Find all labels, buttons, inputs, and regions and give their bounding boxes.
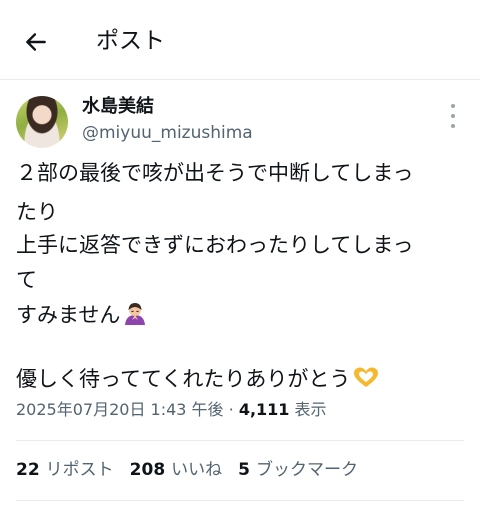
engagement-stats: 22 リポスト 208 いいね 5 ブックマーク [16, 458, 374, 482]
post-meta: 2025年07月20日 1:43 午後 · 4,111 表示 [16, 398, 327, 422]
views-count: 4,111 [238, 400, 290, 419]
likes-stat[interactable]: 208 いいね [130, 458, 223, 482]
likes-count: 208 [129, 460, 166, 480]
top-bar: ポスト [0, 0, 480, 80]
post-timestamp[interactable]: 2025年07月20日 1:43 午後 [16, 400, 224, 419]
post-text-line: すみません [16, 303, 121, 327]
post-text-line-group: 優しく待っててくれたりありがとう [16, 363, 380, 399]
post-text-line: 優しく待っててくれたりありがとう [16, 367, 351, 391]
person-bowing-emoji [122, 300, 148, 335]
meta-separator: · [228, 400, 234, 419]
page-title: ポスト [96, 28, 165, 54]
arrow-left-icon [26, 33, 46, 51]
more-options-button[interactable] [446, 104, 460, 128]
back-button[interactable] [18, 24, 54, 60]
divider [16, 440, 464, 441]
reposts-label: リポスト [45, 460, 114, 480]
vertical-dots-icon [451, 104, 455, 108]
divider [16, 500, 464, 501]
bookmarks-count: 5 [238, 460, 251, 480]
post-text-line: て [16, 268, 37, 292]
bookmarks-stat[interactable]: 5 ブックマーク [238, 458, 358, 482]
author-name[interactable]: 水島美結 [82, 95, 154, 119]
post-text-line: ２部の最後で咳が出そうで中断してしまっ [16, 161, 414, 185]
post-text-line-group: すみません [16, 299, 148, 335]
likes-label: いいね [171, 460, 223, 480]
bookmarks-label: ブックマーク [256, 460, 359, 480]
avatar[interactable] [16, 96, 68, 148]
post-text-line: 上手に返答できずにおわったりしてしまっ [16, 233, 414, 257]
author-handle[interactable]: @miyuu_mizushima [82, 122, 253, 144]
heart-hands-emoji [352, 366, 380, 399]
reposts-stat[interactable]: 22 リポスト [16, 458, 114, 482]
post-text-line: たり [16, 200, 58, 224]
views-label: 表示 [294, 400, 327, 419]
reposts-count: 22 [16, 460, 40, 480]
